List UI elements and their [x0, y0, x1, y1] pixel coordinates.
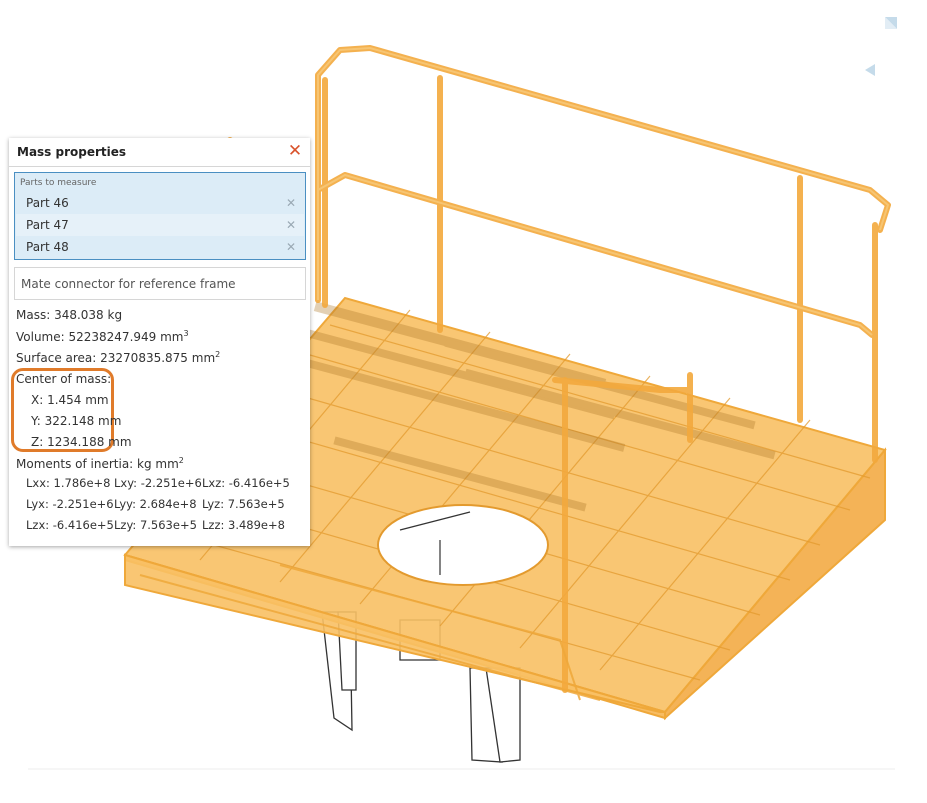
com-x-value: X: 1.454 mm — [31, 393, 109, 407]
inertia-exponent: 2 — [178, 456, 184, 465]
mass-value: Mass: 348.038 kg — [16, 308, 123, 322]
inertia-cell: Lzy: 7.563e+5 — [114, 518, 197, 532]
surface-exponent: 2 — [215, 350, 221, 359]
remove-icon[interactable]: ✕ — [286, 192, 296, 214]
inertia-cell: Lyx: -2.251e+6 — [26, 497, 114, 511]
inertia-cell: Lyz: 7.563e+5 — [202, 497, 285, 511]
volume-text: Volume: 52238247.949 mm — [16, 330, 184, 344]
part-label: Part 46 — [26, 196, 69, 210]
com-y-value: Y: 322.148 mm — [31, 414, 122, 428]
inertia-cell: Lyy: 2.684e+8 — [114, 497, 197, 511]
remove-icon[interactable]: ✕ — [286, 214, 296, 236]
close-icon[interactable]: ✕ — [286, 141, 304, 161]
inertia-text: Moments of inertia: kg mm — [16, 457, 179, 471]
part-item[interactable]: Part 46 ✕ — [16, 192, 304, 214]
inertia-cell: Lzx: -6.416e+5 — [26, 518, 114, 532]
panel-header: Mass properties ✕ — [9, 138, 310, 167]
parts-caption: Parts to measure — [20, 178, 97, 188]
inertia-cell: Lxz: -6.416e+5 — [202, 476, 290, 490]
part-label: Part 48 — [26, 240, 69, 254]
inertia-cell: Lzz: 3.489e+8 — [202, 518, 285, 532]
panel-title: Mass properties — [17, 145, 127, 159]
center-of-mass-label: Center of mass: — [16, 372, 112, 386]
remove-icon[interactable]: ✕ — [286, 236, 296, 258]
volume-exponent: 3 — [183, 329, 189, 338]
part-item[interactable]: Part 47 ✕ — [16, 214, 304, 236]
moments-of-inertia-label: Moments of inertia: kg mm2 — [16, 456, 184, 471]
com-z-value: Z: 1234.188 mm — [31, 435, 132, 449]
surface-area-value: Surface area: 23270835.875 mm2 — [16, 350, 220, 365]
mate-connector-input[interactable] — [14, 267, 306, 300]
part-item[interactable]: Part 48 ✕ — [16, 236, 304, 258]
mass-properties-panel: Mass properties ✕ Parts to measure Part … — [9, 138, 310, 546]
parts-to-measure-field[interactable]: Parts to measure Part 46 ✕ Part 47 ✕ Par… — [14, 172, 306, 260]
inertia-cell: Lxy: -2.251e+6 — [114, 476, 202, 490]
volume-value: Volume: 52238247.949 mm3 — [16, 329, 189, 344]
surface-text: Surface area: 23270835.875 mm — [16, 351, 216, 365]
deck-hole — [377, 504, 549, 586]
inertia-cell: Lxx: 1.786e+8 — [26, 476, 111, 490]
part-label: Part 47 — [26, 218, 69, 232]
